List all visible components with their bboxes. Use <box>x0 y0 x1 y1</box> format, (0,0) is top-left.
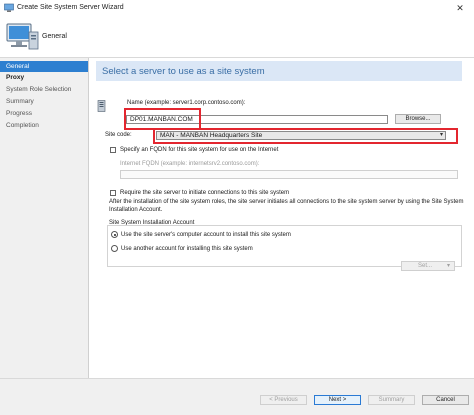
nav-item-general[interactable]: General <box>0 61 88 72</box>
nav-item-system-role-selection[interactable]: System Role Selection <box>0 84 88 95</box>
wizard-nav: General Proxy System Role Selection Summ… <box>0 58 89 378</box>
section-heading: Select a server to use as a site system <box>102 66 265 77</box>
browse-button[interactable]: Browse... <box>395 114 441 124</box>
internet-fqdn-input[interactable] <box>120 170 458 179</box>
server-icon <box>97 100 106 112</box>
summary-button[interactable]: Summary <box>368 395 415 405</box>
internet-fqdn-label: Internet FQDN (example: internetsrv2.con… <box>120 161 260 167</box>
info-text-line1: After the installation of the site syste… <box>109 199 464 205</box>
require-initiate-checkbox[interactable] <box>110 190 116 196</box>
previous-button[interactable]: < Previous <box>260 395 307 405</box>
require-initiate-label: Require the site server to initiate conn… <box>120 190 290 196</box>
wizard-footer: < Previous Next > Summary Cancel <box>0 378 474 415</box>
wizard-header: General <box>0 17 474 58</box>
nav-item-summary[interactable]: Summary <box>0 96 88 107</box>
window-title: Create Site System Server Wizard <box>17 4 124 11</box>
heading-band: Select a server to use as a site system <box>96 61 462 81</box>
radio-another-account-label: Use another account for installing this … <box>121 246 253 252</box>
set-button[interactable]: Set... ▾ <box>401 261 455 271</box>
set-dropdown-icon: ▾ <box>446 263 450 269</box>
radio-another-account[interactable] <box>111 245 118 252</box>
fqdn-checkbox-label: Specify an FQDN for this site system for… <box>120 147 279 153</box>
fqdn-checkbox[interactable] <box>110 147 116 153</box>
nav-item-proxy[interactable]: Proxy <box>0 72 88 83</box>
radio-computer-account[interactable] <box>111 231 118 238</box>
radio-computer-account-label: Use the site server's computer account t… <box>121 232 291 238</box>
close-icon[interactable]: ✕ <box>446 0 474 17</box>
site-code-label: Site code: <box>105 132 132 138</box>
wizard-app-icon <box>4 3 14 12</box>
set-button-label: Set... <box>418 263 433 269</box>
computer-icon <box>6 23 39 50</box>
nav-item-completion[interactable]: Completion <box>0 120 88 131</box>
main-panel: Select a server to use as a site system … <box>89 58 474 378</box>
page-title: General <box>42 33 67 40</box>
title-bar: Create Site System Server Wizard ✕ <box>0 0 474 18</box>
name-highlight-box <box>124 108 201 130</box>
name-label: Name (example: server1.corp.contoso.com)… <box>127 100 246 106</box>
info-text-line2: Installation Account. <box>109 207 163 213</box>
cancel-button[interactable]: Cancel <box>422 395 469 405</box>
site-code-highlight-box <box>153 128 458 144</box>
next-button[interactable]: Next > <box>314 395 361 405</box>
nav-item-progress[interactable]: Progress <box>0 108 88 119</box>
